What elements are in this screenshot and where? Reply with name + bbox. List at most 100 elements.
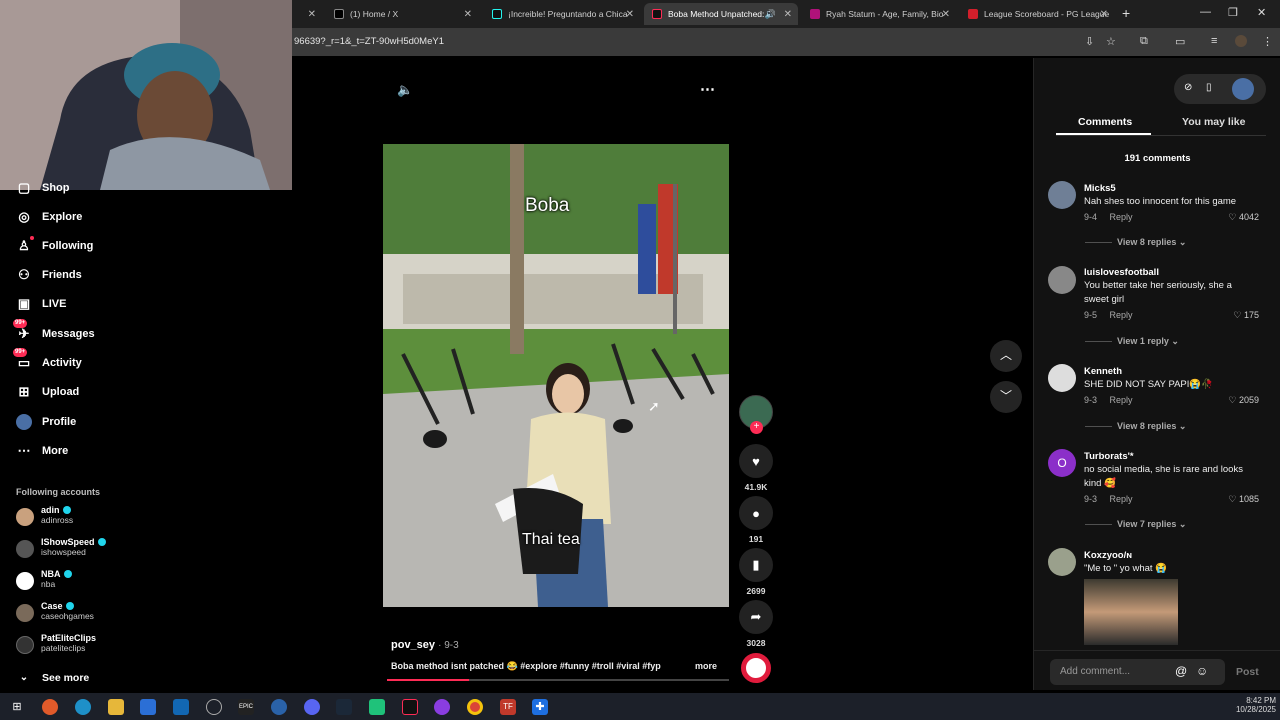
post-button[interactable]: Post bbox=[1236, 666, 1259, 678]
comment-image[interactable] bbox=[1084, 579, 1178, 645]
minimize-icon[interactable]: — bbox=[1200, 6, 1211, 18]
close-icon[interactable]: ✕ bbox=[308, 9, 316, 20]
steam-icon[interactable] bbox=[336, 699, 352, 715]
comment-user[interactable]: Turborats'* bbox=[1084, 451, 1134, 462]
copilot-icon[interactable] bbox=[42, 699, 58, 715]
tab-x[interactable]: (1) Home / X ✕ bbox=[326, 3, 478, 25]
sidebar-item-friends[interactable]: ⚇ Friends bbox=[16, 267, 82, 283]
sidebar-item-live[interactable]: ▣ LIVE bbox=[16, 296, 67, 312]
sidebar-item-messages[interactable]: ✈ 99+ Messages bbox=[13, 319, 95, 342]
clock[interactable]: 8:42 PM 10/28/2025 bbox=[1226, 696, 1276, 714]
close-icon[interactable]: ✕ bbox=[942, 9, 950, 20]
comment-user[interactable]: luislovesfootball bbox=[1084, 267, 1159, 278]
emoji-icon[interactable]: ☺ bbox=[1196, 664, 1208, 678]
view-replies-button[interactable]: ——— View 8 replies ⌄ bbox=[1085, 237, 1186, 248]
app-icon[interactable]: ✚ bbox=[532, 699, 548, 715]
view-replies-button[interactable]: ——— View 1 reply ⌄ bbox=[1085, 336, 1179, 347]
video-author[interactable]: pov_sey · 9-3 bbox=[391, 639, 459, 651]
epic-games-icon[interactable]: EPIC bbox=[238, 699, 254, 715]
account-item[interactable]: PatEliteClips pateliteclips bbox=[16, 633, 96, 654]
follow-plus-icon[interactable]: + bbox=[750, 421, 763, 434]
kebab-menu-icon[interactable]: ⋮ bbox=[1262, 35, 1273, 48]
comment-like[interactable]: ♡ 2059 bbox=[1228, 395, 1259, 406]
account-item[interactable]: adin adinross bbox=[16, 505, 73, 526]
sidebar-item-more[interactable]: ⋯ More bbox=[16, 443, 69, 459]
url-field[interactable]: 96639?_r=1&_t=ZT-90wH5d0MeY1 bbox=[294, 36, 444, 47]
like-button[interactable]: ♥ bbox=[739, 444, 773, 478]
comment-user[interactable]: Koxzyoo/ɴ bbox=[1084, 550, 1132, 561]
reply-button[interactable]: Reply bbox=[1110, 494, 1133, 504]
comment-user[interactable]: Micks5 bbox=[1084, 183, 1116, 194]
file-explorer-icon[interactable] bbox=[108, 699, 124, 715]
edge-icon[interactable] bbox=[75, 699, 91, 715]
sidebar-item-profile[interactable]: Profile bbox=[16, 414, 76, 430]
speaker-icon[interactable]: 🔊 bbox=[765, 9, 776, 20]
reply-button[interactable]: Reply bbox=[1110, 310, 1133, 320]
account-item[interactable]: IShowSpeed ishowspeed bbox=[16, 537, 106, 558]
close-icon[interactable]: ✕ bbox=[1100, 9, 1108, 20]
outlook-icon[interactable] bbox=[173, 699, 189, 715]
close-icon[interactable]: ✕ bbox=[784, 9, 792, 20]
more-link[interactable]: more bbox=[695, 661, 717, 671]
close-window-icon[interactable]: ✕ bbox=[1257, 6, 1266, 19]
music-disc-icon[interactable] bbox=[741, 653, 771, 683]
video-player[interactable]: Boba Thai tea bbox=[383, 144, 729, 607]
tab-ryah-statum[interactable]: Ryah Statum - Age, Family, Bio ✕ bbox=[802, 3, 956, 25]
tiktok-icon[interactable] bbox=[402, 699, 418, 715]
app-icon[interactable] bbox=[434, 699, 450, 715]
app-icon[interactable] bbox=[369, 699, 385, 715]
discord-icon[interactable] bbox=[304, 699, 320, 715]
app-icon[interactable]: TF bbox=[500, 699, 516, 715]
view-replies-button[interactable]: ——— View 8 replies ⌄ bbox=[1085, 421, 1186, 432]
store-icon[interactable] bbox=[140, 699, 156, 715]
close-icon[interactable]: ✕ bbox=[464, 9, 472, 20]
install-icon[interactable]: ⇩ bbox=[1085, 35, 1094, 48]
chrome-icon[interactable] bbox=[467, 699, 483, 715]
avatar[interactable] bbox=[1048, 181, 1076, 209]
user-avatar[interactable] bbox=[1232, 78, 1254, 100]
avatar[interactable] bbox=[1048, 364, 1076, 392]
tab-league-scoreboard[interactable]: League Scoreboard - PG League ✕ bbox=[960, 3, 1114, 25]
previous-video-button[interactable]: ︿ bbox=[990, 340, 1022, 372]
device-icon[interactable]: ▯ bbox=[1206, 82, 1212, 93]
account-item[interactable]: Case caseohgames bbox=[16, 601, 94, 622]
avatar[interactable] bbox=[1048, 548, 1076, 576]
restore-icon[interactable]: ❐ bbox=[1228, 6, 1238, 19]
close-icon[interactable]: ✕ bbox=[626, 9, 634, 20]
profile-avatar[interactable] bbox=[1235, 35, 1247, 47]
save-button[interactable]: ▮ bbox=[739, 548, 773, 582]
new-tab-icon[interactable]: + bbox=[1122, 5, 1130, 21]
sidebar-item-upload[interactable]: ⊞ Upload bbox=[16, 384, 80, 400]
view-replies-button[interactable]: ——— View 7 replies ⌄ bbox=[1085, 519, 1186, 530]
tab-tiktok-increible[interactable]: ¡Increible! Preguntando a Chica ✕ bbox=[484, 3, 640, 25]
tab-comments[interactable]: Comments bbox=[1078, 116, 1132, 128]
comment-like[interactable]: ♡ 4042 bbox=[1228, 212, 1259, 223]
sidebar-item-following[interactable]: ♙ Following bbox=[16, 236, 93, 254]
reply-button[interactable]: Reply bbox=[1110, 212, 1133, 222]
app-icon[interactable] bbox=[271, 699, 287, 715]
avatar[interactable]: O bbox=[1048, 449, 1076, 477]
mention-icon[interactable]: @ bbox=[1175, 664, 1187, 678]
sidebar-item-explore[interactable]: ◎ Explore bbox=[16, 209, 82, 225]
comment-like[interactable]: ♡ 1085 bbox=[1228, 494, 1259, 505]
reply-button[interactable]: Reply bbox=[1110, 395, 1133, 405]
tab-boba-method[interactable]: Boba Method Unpatched: A 🔊 ✕ bbox=[644, 3, 798, 25]
sidebar-item-shop[interactable]: ▢ Shop bbox=[16, 182, 70, 194]
windows-start-icon[interactable]: ⊞ bbox=[9, 699, 25, 715]
tab-you-may-like[interactable]: You may like bbox=[1182, 116, 1245, 128]
extensions-icon[interactable]: ⧉ bbox=[1140, 35, 1148, 48]
cast-icon[interactable]: ▭ bbox=[1175, 35, 1185, 48]
more-options-icon[interactable]: ⋯ bbox=[700, 80, 715, 98]
progress-track[interactable] bbox=[387, 679, 729, 681]
compass-icon[interactable]: ⊘ bbox=[1184, 82, 1192, 93]
bookmark-star-icon[interactable]: ☆ bbox=[1106, 35, 1116, 48]
comment-button[interactable]: ● bbox=[739, 496, 773, 530]
avatar[interactable] bbox=[1048, 266, 1076, 294]
comment-like[interactable]: ♡ 175 bbox=[1233, 310, 1259, 321]
tab-partial[interactable]: ✕ bbox=[296, 3, 322, 25]
see-more-button[interactable]: ⌄ See more bbox=[16, 670, 89, 686]
volume-icon[interactable]: 🔈 bbox=[397, 82, 413, 98]
next-video-button[interactable]: ﹀ bbox=[990, 381, 1022, 413]
settings-icon[interactable] bbox=[206, 699, 222, 715]
media-icon[interactable]: ≡ bbox=[1211, 35, 1217, 47]
